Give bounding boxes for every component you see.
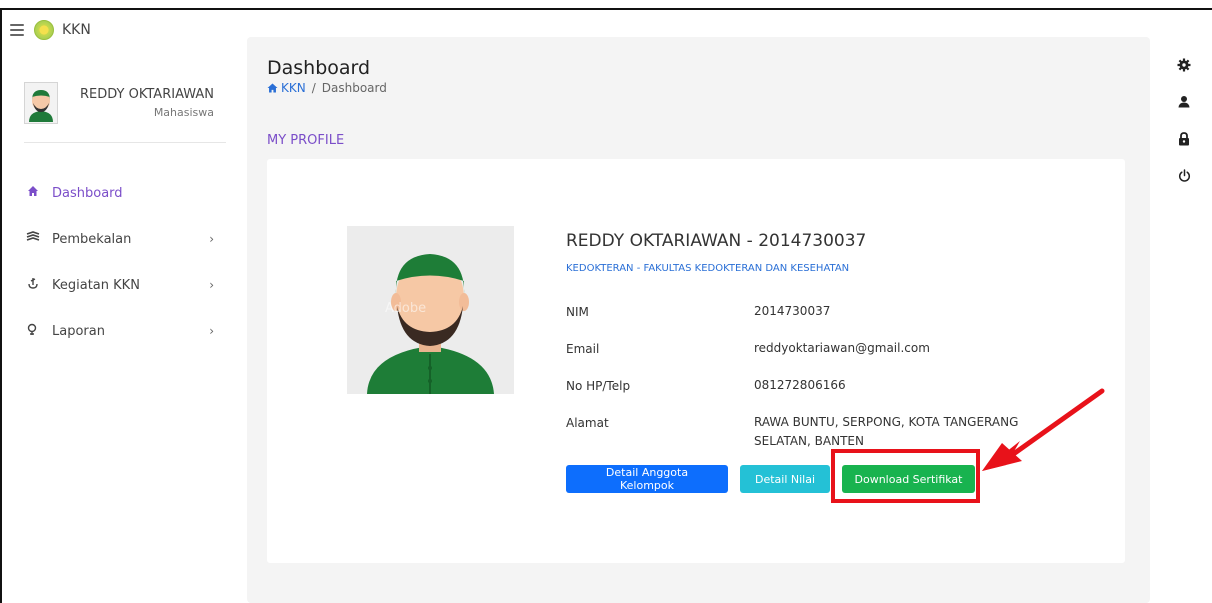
profile-card: Adobe REDDY OKTARIAWAN - 2014730037 KEDO… bbox=[267, 159, 1125, 563]
info-label: NIM bbox=[566, 305, 589, 319]
info-row-nim: NIM 2014730037 bbox=[566, 304, 1066, 321]
section-title: MY PROFILE bbox=[267, 133, 345, 148]
info-row-email: Email reddyoktariawan@gmail.com bbox=[566, 341, 1066, 358]
user-name: REDDY OKTARIAWAN bbox=[80, 87, 215, 102]
info-label: No HP/Telp bbox=[566, 379, 631, 393]
info-label: Email bbox=[566, 342, 600, 356]
sidebar-item-label: Kegiatan KKN bbox=[52, 277, 140, 293]
detail-anggota-kelompok-button[interactable]: Detail Anggota Kelompok bbox=[566, 465, 728, 493]
layers-icon bbox=[24, 231, 42, 247]
info-label: Alamat bbox=[566, 416, 609, 430]
sidebar-item-laporan[interactable]: Laporan › bbox=[24, 308, 214, 354]
chevron-right-icon: › bbox=[209, 278, 214, 292]
page-title: Dashboard bbox=[267, 57, 371, 79]
breadcrumb-home[interactable]: KKN bbox=[267, 81, 306, 95]
brand: KKN bbox=[10, 20, 91, 40]
annotation-arrow-icon bbox=[982, 388, 1105, 471]
sidebar-item-label: Dashboard bbox=[52, 185, 123, 201]
main-content: Dashboard KKN / Dashboard MY PROFILE Ado… bbox=[247, 37, 1150, 603]
gear-icon[interactable] bbox=[1172, 46, 1196, 83]
user-panel: REDDY OKTARIAWAN Mahasiswa bbox=[24, 82, 214, 124]
menu-toggle-icon[interactable] bbox=[10, 24, 24, 36]
sidebar-item-kegiatan-kkn[interactable]: Kegiatan KKN › bbox=[24, 262, 214, 308]
sidebar-divider bbox=[24, 142, 226, 143]
info-value: 2014730037 bbox=[754, 304, 831, 318]
breadcrumb: KKN / Dashboard bbox=[267, 81, 387, 95]
home-icon bbox=[267, 83, 278, 93]
power-icon[interactable] bbox=[1172, 157, 1196, 194]
user-role: Mahasiswa bbox=[153, 106, 215, 119]
annotation-highlight-box bbox=[831, 449, 980, 503]
chevron-right-icon: › bbox=[209, 232, 214, 246]
logo-icon bbox=[34, 20, 54, 40]
sidebar: KKN REDDY OKTARIAWAN Mahasiswa Dashboard bbox=[2, 10, 238, 603]
breadcrumb-current: Dashboard bbox=[321, 81, 387, 95]
lock-icon[interactable] bbox=[1172, 120, 1196, 157]
avatar bbox=[24, 82, 58, 124]
home-icon bbox=[24, 185, 42, 201]
profile-photo: Adobe bbox=[347, 226, 514, 394]
sidebar-item-label: Pembekalan bbox=[52, 231, 132, 247]
sidebar-nav: Dashboard Pembekalan › Kegiatan KKN › La… bbox=[24, 170, 214, 354]
detail-nilai-button[interactable]: Detail Nilai bbox=[740, 465, 830, 493]
right-toolbar bbox=[1172, 46, 1196, 194]
brand-name: KKN bbox=[62, 22, 91, 38]
breadcrumb-separator: / bbox=[311, 81, 316, 95]
chevron-right-icon: › bbox=[209, 324, 214, 338]
user-icon[interactable] bbox=[1172, 83, 1196, 120]
profile-faculty: KEDOKTERAN - FAKULTAS KEDOKTERAN DAN KES… bbox=[566, 263, 850, 274]
profile-heading: REDDY OKTARIAWAN - 2014730037 bbox=[566, 231, 867, 251]
svg-text:Adobe: Adobe bbox=[385, 301, 426, 316]
report-icon bbox=[24, 323, 42, 340]
sidebar-item-pembekalan[interactable]: Pembekalan › bbox=[24, 216, 214, 262]
sidebar-item-dashboard[interactable]: Dashboard bbox=[24, 170, 214, 216]
info-value: reddyoktariawan@gmail.com bbox=[754, 341, 930, 355]
activity-icon bbox=[24, 277, 42, 293]
user-info: REDDY OKTARIAWAN Mahasiswa bbox=[80, 87, 214, 119]
sidebar-item-label: Laporan bbox=[52, 323, 105, 339]
breadcrumb-home-label: KKN bbox=[281, 81, 306, 95]
